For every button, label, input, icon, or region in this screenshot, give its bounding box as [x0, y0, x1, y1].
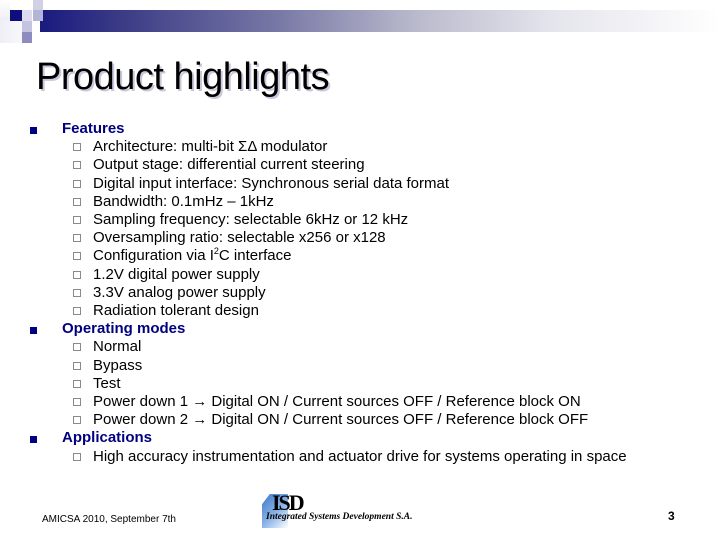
hollow-square-bullet-icon — [73, 416, 81, 425]
page-number: 3 — [668, 509, 675, 523]
list-item: Sampling frequency: selectable 6kHz or 1… — [0, 211, 720, 229]
list-item: 3.3V analog power supply — [0, 284, 720, 302]
list-item-text: 1.2V digital power supply — [93, 265, 260, 283]
list-item: Digital input interface: Synchronous ser… — [0, 175, 720, 193]
list-item-text: Bandwidth: 0.1mHz – 1kHz — [93, 192, 274, 210]
list-item-text: Power down 2 → Digital ON / Current sour… — [93, 411, 589, 429]
hollow-square-bullet-icon — [73, 306, 81, 315]
section-heading: Applications — [0, 429, 720, 447]
list-item-text: Test — [93, 374, 121, 392]
section-heading-text: Applications — [62, 429, 153, 447]
list-item: 1.2V digital power supply — [0, 266, 720, 284]
list-item: Radiation tolerant design — [0, 302, 720, 320]
slide-title: Product highlights — [36, 56, 330, 98]
list-item: Power down 2 → Digital ON / Current sour… — [0, 411, 720, 429]
list-item: Output stage: differential current steer… — [0, 156, 720, 174]
list-item-text: Sampling frequency: selectable 6kHz or 1… — [93, 211, 409, 229]
list-item-text: Output stage: differential current steer… — [93, 156, 365, 174]
company-logo: ISD Integrated Systems Development S.A. — [262, 490, 462, 528]
logo-square-decoration — [33, 0, 43, 10]
list-item-text: Configuration via I2C interface — [93, 247, 292, 265]
hollow-square-bullet-icon — [73, 398, 81, 407]
list-item: Power down 1 → Digital ON / Current sour… — [0, 393, 720, 411]
list-item-text: High accuracy instrumentation and actuat… — [93, 447, 627, 465]
list-item-text: 3.3V analog power supply — [93, 283, 266, 301]
logo-square-decoration — [22, 32, 32, 43]
hollow-square-bullet-icon — [73, 179, 81, 188]
list-item: High accuracy instrumentation and actuat… — [0, 448, 720, 466]
list-item-text: Power down 1 → Digital ON / Current sour… — [93, 393, 581, 411]
hollow-square-bullet-icon — [73, 161, 81, 170]
hollow-square-bullet-icon — [73, 270, 81, 279]
logo-square-decoration — [22, 21, 32, 32]
hollow-square-bullet-icon — [73, 288, 81, 297]
gradient-banner — [40, 10, 720, 32]
list-item-text: Radiation tolerant design — [93, 301, 259, 319]
list-item-text: Oversampling ratio: selectable x256 or x… — [93, 229, 386, 247]
hollow-square-bullet-icon — [73, 343, 81, 352]
slide-body: Features Architecture: multi-bit ΣΔ modul… — [0, 120, 720, 466]
hollow-square-bullet-icon — [73, 143, 81, 152]
list-item-text: Digital input interface: Synchronous ser… — [93, 174, 450, 192]
filled-square-bullet-icon — [30, 327, 37, 335]
list-item-text: Architecture: multi-bit ΣΔ modulator — [93, 138, 328, 156]
list-item: Normal — [0, 338, 720, 356]
list-item-text: Normal — [93, 338, 142, 356]
section-heading-text: Operating modes — [62, 320, 186, 338]
hollow-square-bullet-icon — [73, 197, 81, 206]
list-item: Bypass — [0, 357, 720, 375]
filled-square-bullet-icon — [30, 127, 37, 134]
section-heading-text: Features — [62, 120, 125, 137]
logo-square-decoration — [33, 10, 43, 21]
hollow-square-bullet-icon — [73, 252, 81, 261]
logo-company-name: Integrated Systems Development S.A. — [266, 512, 413, 522]
filled-square-bullet-icon — [30, 436, 37, 444]
list-item: Test — [0, 375, 720, 393]
list-item: Bandwidth: 0.1mHz – 1kHz — [0, 193, 720, 211]
list-item: Configuration via I2C interface — [0, 247, 720, 265]
logo-square-decoration — [10, 10, 22, 21]
section-heading: Operating modes — [0, 320, 720, 338]
hollow-square-bullet-icon — [73, 234, 81, 243]
text-part: Configuration via I — [93, 247, 214, 265]
footer-event: AMICSA 2010, September 7th — [42, 514, 176, 525]
logo-square-decoration — [0, 21, 22, 43]
hollow-square-bullet-icon — [73, 379, 81, 388]
hollow-square-bullet-icon — [73, 216, 81, 225]
hollow-square-bullet-icon — [73, 361, 81, 370]
section-heading: Features — [0, 120, 720, 138]
logo-square-decoration — [22, 10, 32, 21]
list-item-text: Bypass — [93, 356, 143, 374]
list-item: Architecture: multi-bit ΣΔ modulator — [0, 138, 720, 156]
hollow-square-bullet-icon — [73, 452, 81, 461]
list-item: Oversampling ratio: selectable x256 or x… — [0, 229, 720, 247]
text-part: C interface — [218, 247, 292, 265]
